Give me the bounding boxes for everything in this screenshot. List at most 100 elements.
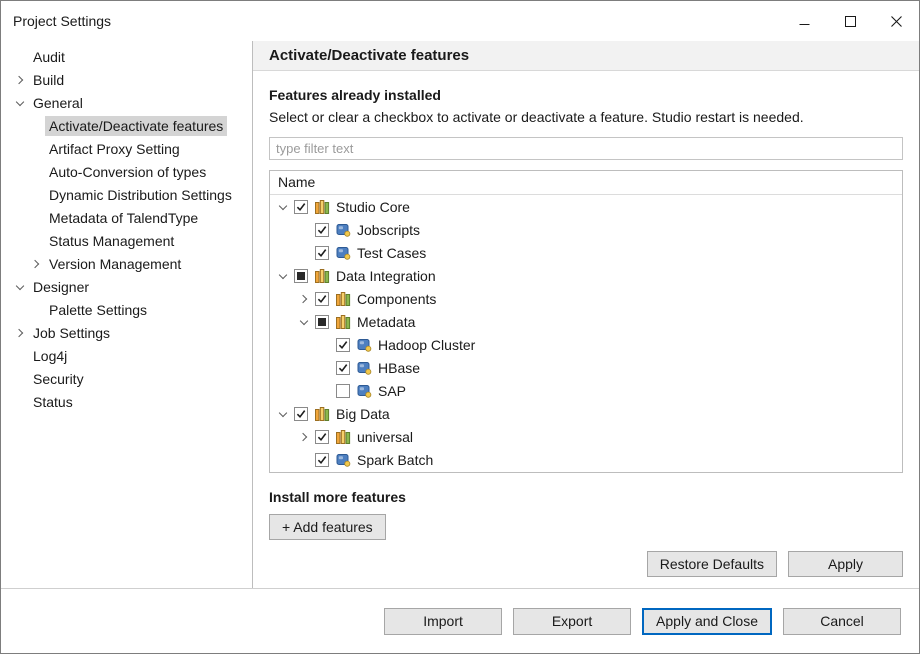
sidebar-item-label: Status [29, 392, 77, 412]
dialog-footer: Import Export Apply and Close Cancel [1, 588, 919, 653]
sidebar-item-status[interactable]: Status [1, 390, 252, 413]
close-icon[interactable] [873, 1, 919, 41]
sidebar-item-label: Designer [29, 277, 93, 297]
feature-row-components[interactable]: Components [270, 287, 902, 310]
feature-checkbox[interactable] [315, 315, 329, 329]
apply-button[interactable]: Apply [788, 551, 903, 577]
export-button[interactable]: Export [513, 608, 631, 635]
sidebar-item-metadata-of-talendtype[interactable]: Metadata of TalendType [1, 206, 252, 229]
restore-defaults-button[interactable]: Restore Defaults [647, 551, 777, 577]
main-body: Features already installed Select or cle… [253, 71, 919, 588]
collapse-arrow-icon[interactable] [11, 285, 29, 289]
feature-label: SAP [378, 383, 406, 399]
feature-checkbox[interactable] [294, 269, 308, 283]
sidebar-item-label: Activate/Deactivate features [45, 116, 227, 136]
sidebar-item-general[interactable]: General [1, 91, 252, 114]
expand-arrow-icon[interactable] [295, 296, 313, 302]
page-title: Activate/Deactivate features [269, 47, 469, 64]
category-icon [314, 199, 330, 214]
feature-label: Test Cases [357, 245, 426, 261]
feature-label: universal [357, 429, 413, 445]
feature-checkbox[interactable] [336, 338, 350, 352]
feature-checkbox[interactable] [315, 430, 329, 444]
feature-icon [335, 245, 351, 260]
sidebar-item-label: General [29, 93, 87, 113]
feature-checkbox[interactable] [336, 361, 350, 375]
collapse-arrow-icon[interactable] [295, 320, 313, 324]
collapse-arrow-icon[interactable] [274, 274, 292, 278]
window-title: Project Settings [13, 13, 111, 29]
apply-and-close-button[interactable]: Apply and Close [642, 608, 772, 635]
feature-label: Data Integration [336, 268, 436, 284]
filter-input[interactable] [269, 137, 903, 160]
feature-row-data-integration[interactable]: Data Integration [270, 264, 902, 287]
sidebar-item-palette-settings[interactable]: Palette Settings [1, 298, 252, 321]
feature-label: Big Data [336, 406, 390, 422]
sidebar-item-label: Security [29, 369, 88, 389]
feature-icon [335, 452, 351, 467]
feature-row-big-data[interactable]: Big Data [270, 402, 902, 425]
sidebar-item-job-settings[interactable]: Job Settings [1, 321, 252, 344]
minimize-icon[interactable] [781, 1, 827, 41]
indent-spacer [270, 459, 295, 460]
feature-row-hbase[interactable]: HBase [270, 356, 902, 379]
sidebar-item-log4j[interactable]: Log4j [1, 344, 252, 367]
sidebar-item-label: Dynamic Distribution Settings [45, 185, 236, 205]
feature-row-jobscripts[interactable]: Jobscripts [270, 218, 902, 241]
feature-row-hadoop-cluster[interactable]: Hadoop Cluster [270, 333, 902, 356]
collapse-arrow-icon[interactable] [11, 101, 29, 105]
maximize-icon[interactable] [827, 1, 873, 41]
expand-arrow-icon[interactable] [27, 261, 45, 267]
cancel-button[interactable]: Cancel [783, 608, 901, 635]
features-tree: Name Studio CoreJobscripts Test Cases Data… [269, 170, 903, 473]
sidebar-item-build[interactable]: Build [1, 68, 252, 91]
sidebar-item-dynamic-distribution-settings[interactable]: Dynamic Distribution Settings [1, 183, 252, 206]
main-panel: Activate/Deactivate features Features al… [253, 41, 919, 588]
feature-checkbox[interactable] [315, 453, 329, 467]
tree-rows: Studio CoreJobscripts Test Cases Data Inte… [270, 195, 902, 471]
feature-checkbox[interactable] [294, 407, 308, 421]
sidebar-item-artifact-proxy-setting[interactable]: Artifact Proxy Setting [1, 137, 252, 160]
add-features-button[interactable]: + Add features [269, 514, 386, 540]
feature-checkbox[interactable] [315, 246, 329, 260]
sidebar-item-security[interactable]: Security [1, 367, 252, 390]
collapse-arrow-icon[interactable] [274, 205, 292, 209]
feature-row-spark-batch[interactable]: Spark Batch [270, 448, 902, 471]
feature-checkbox[interactable] [294, 200, 308, 214]
sidebar-item-label: Job Settings [29, 323, 114, 343]
collapse-arrow-icon[interactable] [274, 412, 292, 416]
sidebar-item-designer[interactable]: Designer [1, 275, 252, 298]
install-section-title: Install more features [269, 489, 903, 505]
feature-row-universal[interactable]: universal [270, 425, 902, 448]
indent-spacer [270, 367, 316, 368]
indent-spacer [270, 252, 295, 253]
indent-spacer [270, 390, 316, 391]
expand-arrow-icon[interactable] [11, 77, 29, 83]
feature-row-sap[interactable]: SAP [270, 379, 902, 402]
tree-name-column-header: Name [270, 171, 902, 195]
expand-arrow-icon[interactable] [295, 434, 313, 440]
installed-section-title: Features already installed [269, 87, 903, 103]
sidebar-item-activate-deactivate-features[interactable]: Activate/Deactivate features [1, 114, 252, 137]
feature-row-metadata[interactable]: Metadata [270, 310, 902, 333]
feature-row-studio-core[interactable]: Studio Core [270, 195, 902, 218]
feature-row-test-cases[interactable]: Test Cases [270, 241, 902, 264]
feature-checkbox[interactable] [315, 292, 329, 306]
feature-icon [335, 222, 351, 237]
sidebar-item-audit[interactable]: Audit [1, 45, 252, 68]
sidebar-item-auto-conversion-of-types[interactable]: Auto-Conversion of types [1, 160, 252, 183]
sidebar-item-version-management[interactable]: Version Management [1, 252, 252, 275]
category-icon [335, 314, 351, 329]
import-button[interactable]: Import [384, 608, 502, 635]
window-controls [781, 1, 919, 41]
sidebar-item-status-management[interactable]: Status Management [1, 229, 252, 252]
project-settings-window: Project Settings AuditBuildGeneral Activa… [0, 0, 920, 654]
sidebar-item-label: Status Management [45, 231, 178, 251]
expand-arrow-icon[interactable] [11, 330, 29, 336]
sidebar-item-label: Log4j [29, 346, 71, 366]
installed-section-description: Select or clear a checkbox to activate o… [269, 109, 903, 125]
indent-spacer [270, 321, 295, 322]
feature-checkbox[interactable] [336, 384, 350, 398]
feature-checkbox[interactable] [315, 223, 329, 237]
category-icon [335, 291, 351, 306]
